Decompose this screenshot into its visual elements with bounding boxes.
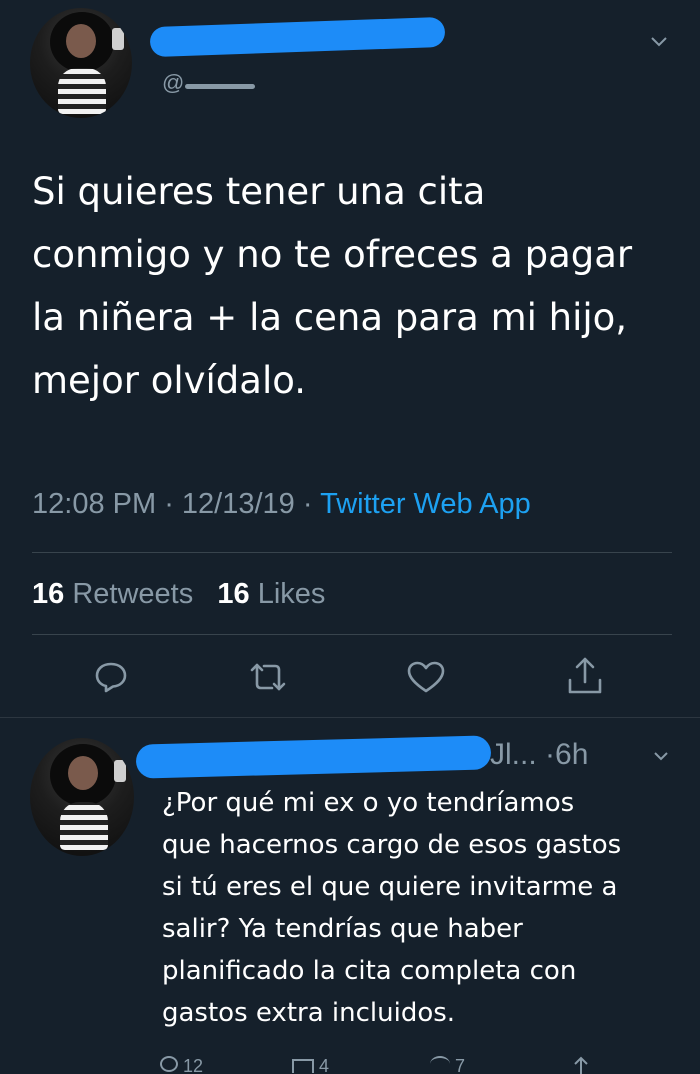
reply-handle[interactable]: Jl...	[490, 738, 537, 771]
tweet-meta: 12:08 PM · 12/13/19 · Twitter Web App	[32, 488, 531, 521]
like-icon	[407, 661, 445, 693]
likes-count: 16	[217, 578, 250, 610]
share-icon	[568, 657, 602, 694]
reply-header: Jl... ·6h	[490, 738, 588, 772]
reply-icon	[160, 1056, 178, 1072]
divider	[0, 717, 700, 718]
divider	[32, 634, 672, 635]
tweet-date[interactable]: 12/13/19	[182, 488, 295, 520]
reply-age[interactable]: 6h	[555, 738, 588, 771]
meta-separator: ·	[302, 488, 321, 520]
reply-actions: 12 4 7	[160, 1056, 600, 1074]
retweets-count: 16	[32, 578, 65, 610]
reply-like-count: 7	[455, 1056, 466, 1074]
chevron-down-icon[interactable]	[648, 30, 670, 52]
divider	[32, 552, 672, 553]
likes-label: Likes	[257, 578, 326, 610]
reply-retweet-button[interactable]: 4	[292, 1056, 329, 1074]
retweet-button[interactable]	[248, 660, 288, 694]
reply-share-button[interactable]	[570, 1056, 592, 1074]
reply-text: ¿Por qué mi ex o yo tendríamos que hacer…	[162, 788, 622, 1028]
meta-separator: ·	[164, 488, 182, 520]
reply-reply-button[interactable]: 12	[160, 1056, 203, 1074]
share-icon	[574, 1056, 588, 1074]
likes-stat[interactable]: 16 Likes	[217, 578, 325, 610]
header-separator: ·	[545, 738, 556, 771]
reply-like-button[interactable]: 7	[430, 1056, 465, 1074]
like-button[interactable]	[406, 660, 446, 694]
reply-button[interactable]	[93, 659, 129, 695]
author-handle[interactable]: @	[162, 70, 184, 96]
tweet-text: Si quieres tener una cita conmigo y no t…	[32, 170, 633, 402]
tweet-time[interactable]: 12:08 PM	[32, 488, 156, 520]
reply-icon	[95, 662, 127, 693]
share-button[interactable]	[566, 656, 604, 696]
chevron-down-icon[interactable]	[651, 746, 671, 766]
author-avatar[interactable]	[30, 8, 132, 118]
tweet-stats: 16 Retweets 16 Likes	[32, 578, 325, 611]
redacted-reply-name	[135, 735, 492, 779]
redacted-display-name	[149, 16, 446, 58]
retweets-label: Retweets	[72, 578, 194, 610]
reply-reply-count: 12	[183, 1056, 204, 1074]
retweets-stat[interactable]: 16 Retweets	[32, 578, 201, 610]
redacted-handle	[185, 84, 255, 89]
reply-author-avatar[interactable]	[30, 738, 134, 856]
tweet-source[interactable]: Twitter Web App	[320, 488, 531, 520]
retweet-icon	[292, 1059, 314, 1073]
retweet-icon	[250, 663, 286, 691]
reply-retweet-count: 4	[319, 1056, 330, 1074]
like-icon	[430, 1056, 450, 1072]
